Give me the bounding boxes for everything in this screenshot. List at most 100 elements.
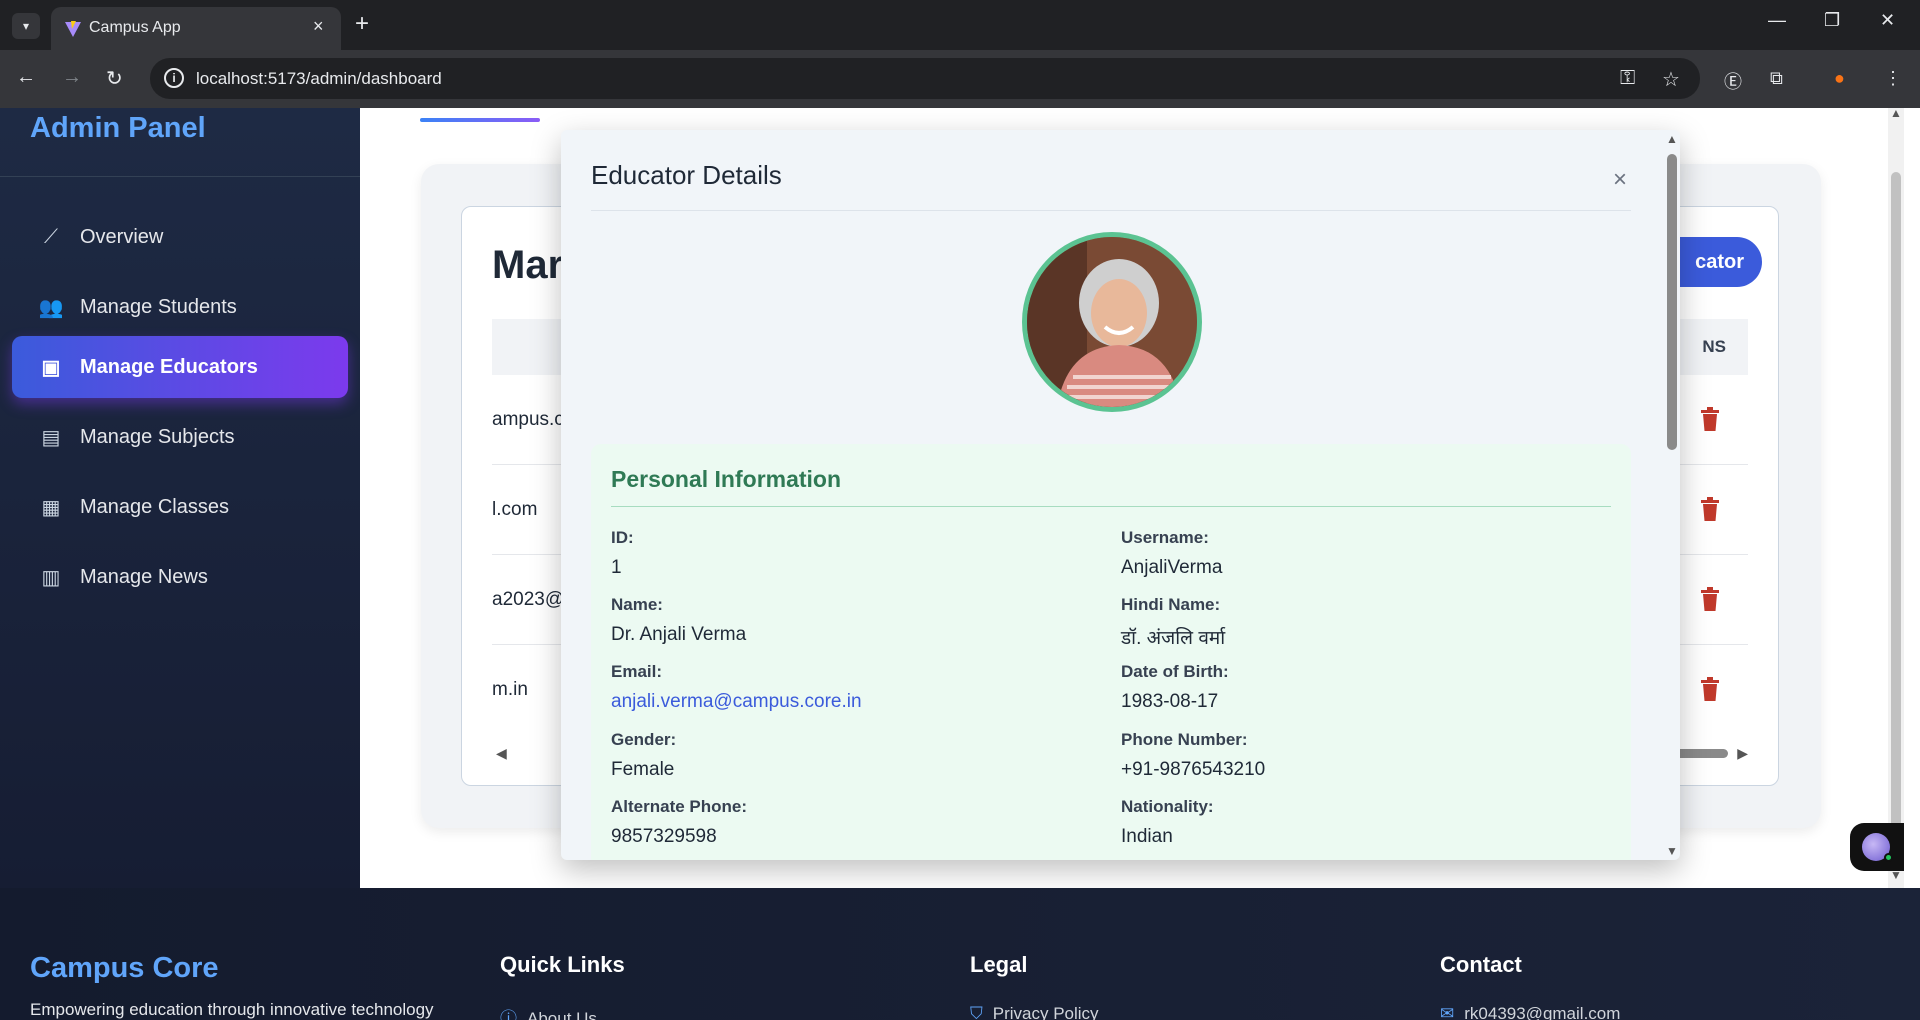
sidebar-item-label: Manage Students — [80, 295, 237, 318]
bookmark-star-icon[interactable]: ☆ — [1662, 67, 1680, 92]
scroll-left-arrow-icon[interactable]: ◀ — [496, 745, 507, 762]
email-cell: ampus.c — [492, 409, 564, 430]
browser-menu-icon[interactable]: ⋮ — [1884, 68, 1902, 89]
tab-list-dropdown-icon[interactable]: ▾ — [12, 13, 40, 39]
reload-icon[interactable]: ↻ — [106, 66, 123, 91]
sidebar-item-educators[interactable]: ▣ Manage Educators — [12, 336, 348, 398]
sidebar-item-classes[interactable]: ▦ Manage Classes — [12, 476, 348, 538]
modal-header-divider — [591, 210, 1631, 211]
personal-information-card: Personal Information ID: 1 Username: Anj… — [591, 444, 1631, 860]
field-gender: Gender: Female — [611, 730, 1091, 781]
browser-tab[interactable]: Campus App × — [51, 7, 341, 50]
minimize-window-icon[interactable]: — — [1768, 10, 1786, 31]
educator-details-modal: Educator Details × Personal Information … — [561, 130, 1680, 860]
educator-photo — [1027, 237, 1197, 407]
sidebar-divider — [0, 176, 360, 177]
users-icon: 👥 — [38, 296, 64, 319]
browser-toolbar: ← → ↻ i localhost:5173/admin/dashboard ⚿… — [0, 50, 1920, 108]
building-icon: ▦ — [41, 496, 61, 519]
footer-tagline: Empowering education through innovative … — [30, 1000, 434, 1019]
browser-tab-bar: ▾ Campus App × + — ❐ ✕ — [0, 0, 1920, 50]
field-label: Gender: — [611, 730, 677, 749]
page-scrollbar-thumb[interactable] — [1891, 172, 1901, 862]
extensions-puzzle-icon[interactable]: ⧉ — [1770, 68, 1783, 89]
field-username: Username: AnjaliVerma — [1121, 528, 1601, 579]
vite-favicon-icon — [65, 21, 81, 37]
chalkboard-teacher-icon: ▣ — [41, 356, 61, 379]
scroll-right-arrow-icon[interactable]: ▶ — [1737, 745, 1748, 762]
email-cell: a2023@ — [492, 589, 565, 610]
educator-avatar — [1022, 232, 1202, 412]
book-icon: ▤ — [41, 426, 61, 449]
field-hindi-name: Hindi Name: डॉ. अंजलि वर्मा — [1121, 595, 1601, 650]
footer-link-privacy[interactable]: ⛉ Privacy Policy — [970, 1004, 1099, 1020]
field-label: Email: — [611, 662, 663, 681]
new-tab-button[interactable]: + — [355, 10, 369, 38]
field-label: Nationality: — [1121, 797, 1214, 816]
field-value: 1983-08-17 — [1121, 691, 1219, 712]
forward-arrow-icon[interactable]: → — [62, 66, 82, 89]
chatbot-launcher[interactable] — [1850, 823, 1904, 871]
field-label: ID: — [611, 528, 634, 547]
page-title: Mar — [492, 243, 564, 287]
back-arrow-icon[interactable]: ← — [16, 66, 36, 89]
field-label: Username: — [1121, 528, 1209, 547]
sidebar-item-news[interactable]: ▥ Manage News — [12, 546, 348, 608]
sidebar-brand: Admin Panel — [30, 112, 206, 144]
footer-heading: Contact — [1440, 952, 1522, 977]
footer-link-about[interactable]: ⓘ About Us — [500, 1004, 625, 1020]
field-label: Name: — [611, 595, 663, 614]
trash-icon[interactable] — [1700, 587, 1720, 611]
field-label: Phone Number: — [1121, 730, 1248, 749]
online-status-dot — [1884, 853, 1893, 862]
modal-close-icon[interactable]: × — [1613, 166, 1627, 194]
extension-e-icon[interactable]: Ⓔ — [1724, 68, 1742, 94]
trash-icon[interactable] — [1700, 677, 1720, 701]
sidebar-item-label: Overview — [80, 225, 164, 248]
field-alternate-phone: Alternate Phone: 9857329598 — [611, 797, 1091, 848]
site-info-icon[interactable]: i — [164, 68, 184, 88]
email-cell: m.in — [492, 679, 528, 700]
field-date-of-birth: Date of Birth: 1983-08-17 — [1121, 662, 1601, 713]
field-value: 9857329598 — [611, 826, 717, 847]
page-scrollbar[interactable]: ▲ ▼ — [1888, 108, 1904, 888]
footer-link-label: About Us — [527, 1009, 597, 1020]
sidebar-item-label: Manage News — [80, 565, 208, 588]
footer-contact-email[interactable]: ✉ rk04393@gmail.com — [1440, 1004, 1620, 1020]
field-value: डॉ. अंजलि वर्मा — [1121, 628, 1226, 649]
field-value: +91-9876543210 — [1121, 759, 1266, 780]
section-divider — [611, 506, 1611, 507]
trash-icon[interactable] — [1700, 497, 1720, 521]
sidebar-item-subjects[interactable]: ▤ Manage Subjects — [12, 406, 348, 468]
password-key-icon[interactable]: ⚿ — [1620, 67, 1635, 90]
trash-icon[interactable] — [1700, 407, 1720, 431]
url-text[interactable]: localhost:5173/admin/dashboard — [196, 69, 442, 89]
brave-profile-icon[interactable]: ● — [1834, 68, 1845, 89]
modal-scrollbar-thumb[interactable] — [1667, 154, 1677, 450]
modal-scroll-down-icon[interactable]: ▼ — [1666, 844, 1678, 858]
field-label: Hindi Name: — [1121, 595, 1221, 614]
modal-scroll-up-icon[interactable]: ▲ — [1666, 132, 1678, 146]
sidebar-item-students[interactable]: 👥 Manage Students — [12, 276, 348, 338]
mail-icon: ✉ — [1440, 1004, 1455, 1020]
address-bar[interactable]: i localhost:5173/admin/dashboard ⚿ ☆ — [150, 58, 1700, 99]
scroll-up-arrow-icon[interactable]: ▲ — [1890, 108, 1902, 120]
admin-sidebar: Admin Panel ⟋ Overview 👥 Manage Students… — [0, 108, 360, 888]
sidebar-item-overview[interactable]: ⟋ Overview — [12, 206, 348, 268]
field-phone-number: Phone Number: +91-9876543210 — [1121, 730, 1601, 781]
actions-column-header: NS — [1702, 337, 1726, 356]
email-cell: l.com — [492, 499, 538, 520]
chart-line-icon: ⟋ — [44, 225, 58, 248]
email-link[interactable]: anjali.verma@campus.core.in — [611, 691, 1091, 713]
restore-window-icon[interactable]: ❐ — [1824, 10, 1840, 31]
newspaper-icon: ▥ — [41, 566, 61, 589]
modal-scrollbar[interactable]: ▲ ▼ — [1665, 132, 1679, 860]
footer-legal: Legal ⛉ Privacy Policy — [970, 952, 1099, 1020]
field-value: 1 — [611, 557, 622, 578]
tab-close-icon[interactable]: × — [313, 16, 324, 37]
field-value: Indian — [1121, 826, 1173, 847]
close-window-icon[interactable]: ✕ — [1880, 10, 1895, 31]
footer-contact: Contact ✉ rk04393@gmail.com — [1440, 952, 1620, 1020]
field-value: Dr. Anjali Verma — [611, 624, 747, 645]
tab-title: Campus App — [89, 19, 181, 36]
